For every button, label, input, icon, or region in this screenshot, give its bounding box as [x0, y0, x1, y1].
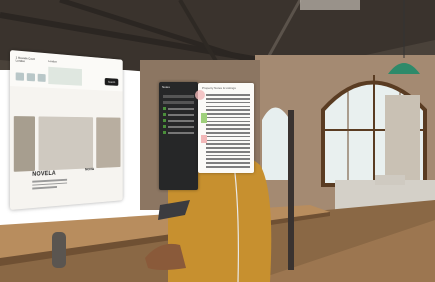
listing-photo[interactable]	[95, 117, 121, 169]
thumbnail[interactable]	[26, 73, 35, 82]
listing-description	[32, 178, 68, 191]
thumbnail[interactable]	[15, 72, 25, 81]
location-label: London	[48, 59, 57, 64]
checkbox-icon[interactable]	[163, 113, 166, 116]
thumbnail-strip	[15, 72, 46, 82]
notes-panel[interactable]: Notes	[159, 82, 198, 190]
listing-window[interactable]: 1 Hounds Court London London Search NOVE…	[10, 50, 123, 210]
checklist-item[interactable]	[163, 107, 194, 110]
notes-row[interactable]	[163, 101, 194, 104]
checkbox-icon[interactable]	[163, 131, 166, 134]
document-header: Property Notes & Listings	[202, 86, 236, 90]
annotation-bubble	[195, 90, 205, 100]
checkbox-icon[interactable]	[163, 119, 166, 122]
map-thumbnail[interactable]	[48, 66, 82, 86]
search-button[interactable]: Search	[104, 77, 119, 86]
photo-gallery	[13, 116, 121, 172]
listing-name[interactable]: NOVELA	[32, 171, 56, 178]
checklist-item[interactable]	[163, 131, 194, 134]
vision-os-scene: 1 Hounds Court London London Search NOVE…	[0, 0, 435, 282]
checkbox-icon[interactable]	[163, 107, 166, 110]
listing-photo[interactable]	[13, 116, 35, 172]
highlight-marker	[201, 113, 207, 123]
thumbnail[interactable]	[37, 73, 46, 82]
document-text	[198, 94, 254, 168]
highlight-marker	[201, 135, 207, 143]
checklist-item[interactable]	[163, 125, 194, 128]
notes-row[interactable]	[163, 95, 194, 98]
second-listing-name[interactable]: NOVA	[85, 166, 94, 171]
address-label: 1 Hounds Court London	[15, 55, 35, 64]
listing-photo[interactable]	[38, 116, 93, 171]
document-panel[interactable]: Property Notes & Listings	[198, 83, 254, 173]
notes-title: Notes	[162, 85, 170, 89]
checkbox-icon[interactable]	[163, 125, 166, 128]
checklist-item[interactable]	[163, 113, 194, 116]
checklist-item[interactable]	[163, 119, 194, 122]
